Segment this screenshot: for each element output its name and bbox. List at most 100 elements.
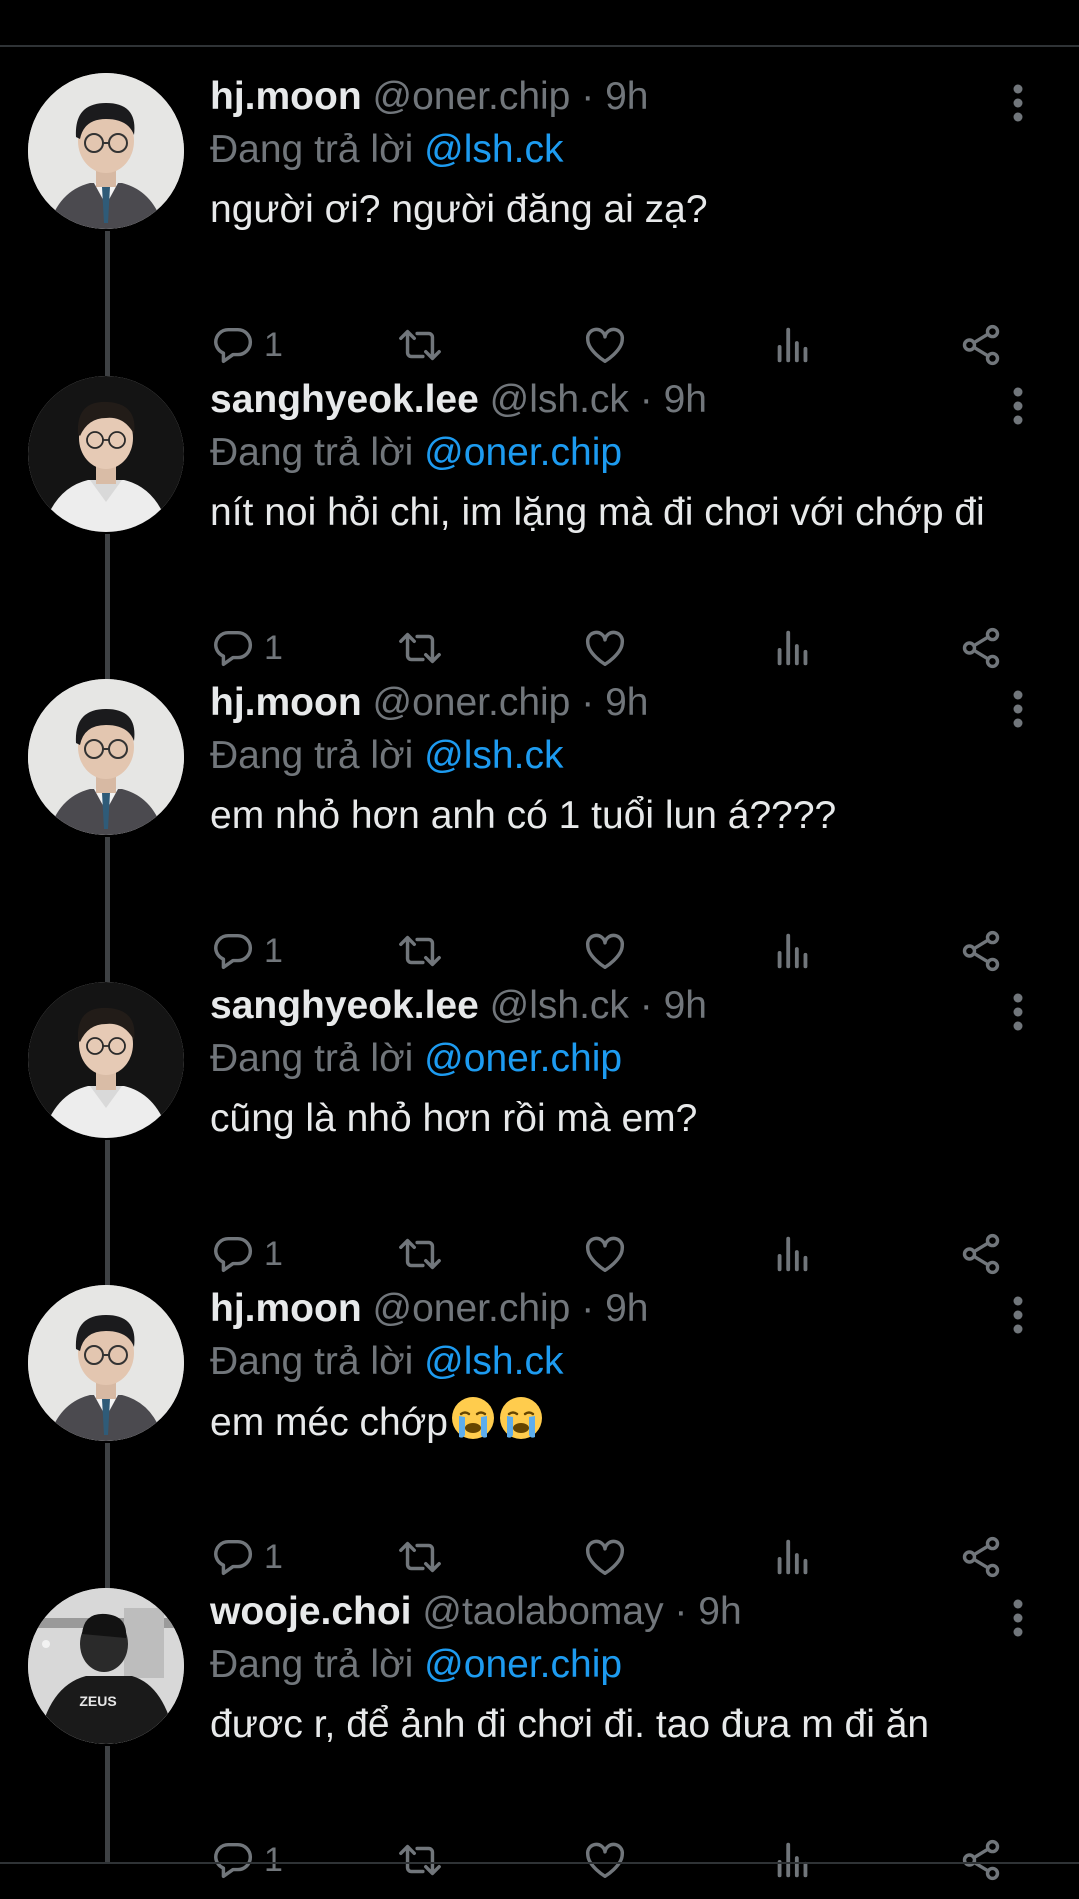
avatar[interactable] <box>28 1285 184 1441</box>
mention-link[interactable]: @lsh.ck <box>424 1340 563 1383</box>
reply-icon <box>210 1837 256 1883</box>
mention-link[interactable]: @lsh.ck <box>424 128 563 171</box>
mention-link[interactable]: @lsh.ck <box>424 734 563 777</box>
more-vertical-icon[interactable] <box>998 685 1038 733</box>
avatar[interactable] <box>28 679 184 835</box>
avatar[interactable] <box>28 73 184 229</box>
separator-dot: · <box>581 1287 595 1330</box>
retweet-button[interactable] <box>395 1832 445 1888</box>
separator-dot: · <box>674 1590 688 1633</box>
timestamp[interactable]: 9h <box>664 378 707 421</box>
tweet[interactable]: sanghyeok.lee @lsh.ck · 9h Đang trả lời … <box>0 350 1079 686</box>
more-vertical-icon[interactable] <box>998 79 1038 127</box>
tweet-text: đươc r, để ảnh đi chơi đi. tao đưa m đi … <box>210 1703 930 1746</box>
reply-button[interactable]: 1 <box>210 1832 283 1888</box>
share-button[interactable] <box>958 1832 1004 1888</box>
tweet-header: sanghyeok.lee @lsh.ck · 9h <box>210 376 1050 424</box>
user-handle[interactable]: @taolabomay <box>422 1590 663 1633</box>
avatar-column <box>28 982 186 1138</box>
tweet-header: hj.moon @oner.chip · 9h <box>210 1285 1050 1333</box>
display-name[interactable]: hj.moon <box>210 681 362 724</box>
tweet-text: người ơi? người đăng ai zạ? <box>210 188 708 231</box>
mention-link[interactable]: @oner.chip <box>424 1037 622 1080</box>
separator-dot: · <box>639 984 653 1027</box>
tweet[interactable]: hj.moon @oner.chip · 9h Đang trả lời @ls… <box>0 47 1079 383</box>
replying-prefix: Đang trả lời <box>210 1643 414 1686</box>
tweet[interactable]: hj.moon @oner.chip · 9h Đang trả lời @ls… <box>0 653 1079 989</box>
bottom-divider <box>0 1862 1079 1864</box>
timestamp[interactable]: 9h <box>698 1590 741 1633</box>
views-icon <box>770 1837 816 1883</box>
more-vertical-icon[interactable] <box>998 1291 1038 1339</box>
replying-to: Đang trả lời @oner.chip <box>210 1640 1050 1690</box>
avatar[interactable] <box>28 376 184 532</box>
user-handle[interactable]: @oner.chip <box>372 681 570 724</box>
avatar-jersey-text: ZEUS <box>79 1693 116 1709</box>
tweet-header: hj.moon @oner.chip · 9h <box>210 679 1050 727</box>
replying-prefix: Đang trả lời <box>210 128 414 171</box>
timestamp[interactable]: 9h <box>605 1287 648 1330</box>
tweet-text: em méc chớp <box>210 1401 448 1444</box>
timestamp[interactable]: 9h <box>605 75 648 118</box>
replying-prefix: Đang trả lời <box>210 431 414 474</box>
tweet[interactable]: sanghyeok.lee @lsh.ck · 9h Đang trả lời … <box>0 956 1079 1292</box>
user-handle[interactable]: @oner.chip <box>372 75 570 118</box>
tweet-content: wooje.choi @taolabomay · 9h Đang trả lời… <box>210 1588 1050 1752</box>
replying-to: Đang trả lời @lsh.ck <box>210 731 1050 781</box>
retweet-icon <box>395 1837 445 1883</box>
more-vertical-icon[interactable] <box>998 382 1038 430</box>
avatar-column: ZEUS <box>28 1588 186 1744</box>
display-name[interactable]: sanghyeok.lee <box>210 378 479 421</box>
separator-dot: · <box>581 75 595 118</box>
display-name[interactable]: wooje.choi <box>210 1590 412 1633</box>
user-handle[interactable]: @oner.chip <box>372 1287 570 1330</box>
reply-thread: hj.moon @oner.chip · 9h Đang trả lời @ls… <box>0 47 1079 1881</box>
crying-face-emoji-icon <box>498 1395 544 1441</box>
mention-link[interactable]: @oner.chip <box>424 1643 622 1686</box>
separator-dot: · <box>639 378 653 421</box>
replying-to: Đang trả lời @lsh.ck <box>210 1337 1050 1387</box>
timestamp[interactable]: 9h <box>605 681 648 724</box>
replying-to: Đang trả lời @lsh.ck <box>210 125 1050 175</box>
replying-prefix: Đang trả lời <box>210 1037 414 1080</box>
tweet-text: em nhỏ hơn anh có 1 tuổi lun á???? <box>210 794 837 837</box>
avatar-column <box>28 1285 186 1441</box>
display-name[interactable]: hj.moon <box>210 1287 362 1330</box>
more-vertical-icon[interactable] <box>998 988 1038 1036</box>
avatar[interactable]: ZEUS <box>28 1588 184 1744</box>
views-button[interactable] <box>770 1832 816 1888</box>
separator-dot: · <box>581 681 595 724</box>
crying-face-emoji-icon <box>450 1395 496 1441</box>
like-button[interactable] <box>582 1832 628 1888</box>
avatar-column <box>28 376 186 532</box>
tweet[interactable]: ZEUS wooje.choi @taolabomay · 9h Đang tr… <box>0 1562 1079 1881</box>
tweet-header: sanghyeok.lee @lsh.ck · 9h <box>210 982 1050 1030</box>
action-bar: 1 <box>210 1832 1030 1888</box>
avatar-column <box>28 73 186 229</box>
tweet-content: hj.moon @oner.chip · 9h Đang trả lời @ls… <box>210 1285 1050 1450</box>
replying-to: Đang trả lời @oner.chip <box>210 1034 1050 1084</box>
replying-prefix: Đang trả lời <box>210 1340 414 1383</box>
user-handle[interactable]: @lsh.ck <box>490 378 629 421</box>
share-icon <box>958 1837 1004 1883</box>
tweet-content: hj.moon @oner.chip · 9h Đang trả lời @ls… <box>210 73 1050 237</box>
reply-count: 1 <box>264 1841 283 1879</box>
timestamp[interactable]: 9h <box>664 984 707 1027</box>
tweet-text: nít noi hỏi chi, im lặng mà đi chơi với … <box>210 491 985 534</box>
replying-prefix: Đang trả lời <box>210 734 414 777</box>
more-vertical-icon[interactable] <box>998 1594 1038 1642</box>
avatar-column <box>28 679 186 835</box>
tweet[interactable]: hj.moon @oner.chip · 9h Đang trả lời @ls… <box>0 1259 1079 1595</box>
display-name[interactable]: hj.moon <box>210 75 362 118</box>
tweet-text: cũng là nhỏ hơn rồi mà em? <box>210 1097 698 1140</box>
display-name[interactable]: sanghyeok.lee <box>210 984 479 1027</box>
avatar[interactable] <box>28 982 184 1138</box>
thread-connector <box>105 1746 110 1864</box>
heart-icon <box>582 1837 628 1883</box>
tweet-content: sanghyeok.lee @lsh.ck · 9h Đang trả lời … <box>210 376 1050 540</box>
mention-link[interactable]: @oner.chip <box>424 431 622 474</box>
replying-to: Đang trả lời @oner.chip <box>210 428 1050 478</box>
user-handle[interactable]: @lsh.ck <box>490 984 629 1027</box>
tweet-text-row: em méc chớp <box>210 1395 1050 1450</box>
tweet-header: wooje.choi @taolabomay · 9h <box>210 1588 1050 1636</box>
